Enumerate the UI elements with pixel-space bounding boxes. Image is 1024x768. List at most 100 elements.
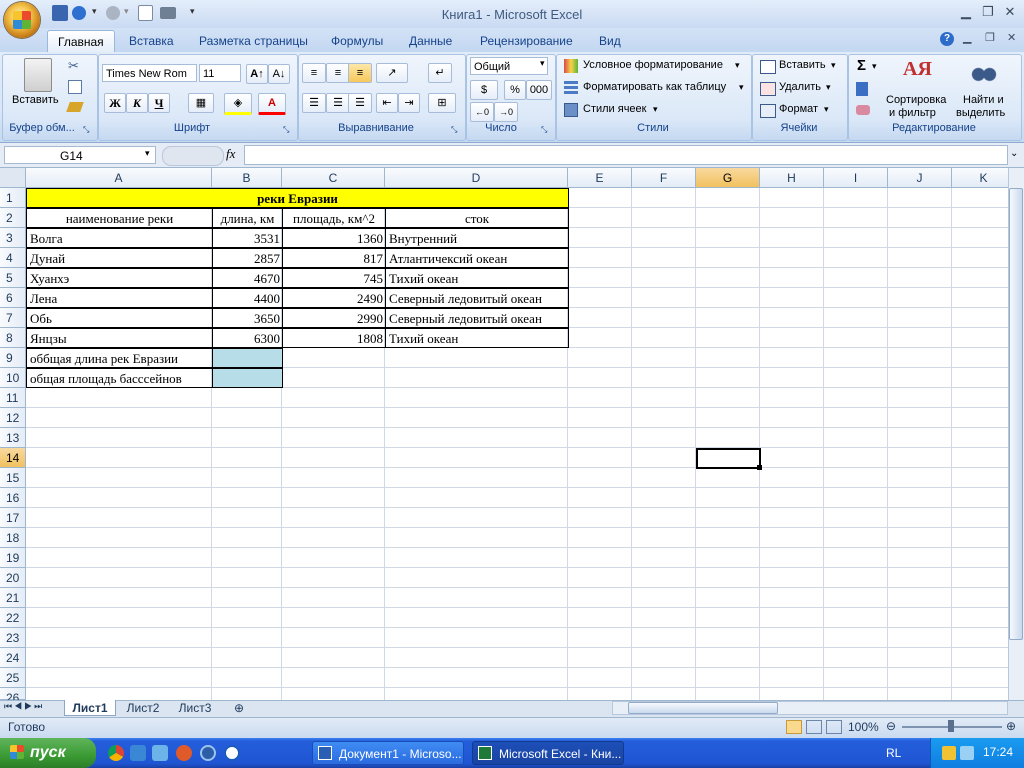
row-header-8[interactable]: 8	[0, 328, 26, 348]
river-area-cell[interactable]: 1360	[282, 228, 386, 248]
cell-styles-dropdown-icon[interactable]: ▾	[653, 104, 658, 115]
row-header-7[interactable]: 7	[0, 308, 26, 328]
row-header-19[interactable]: 19	[0, 548, 26, 568]
river-drainage-cell[interactable]: Тихий океан	[385, 328, 569, 348]
delete-cells-button[interactable]: Удалить	[779, 81, 821, 93]
borders-icon[interactable]: ▦	[188, 93, 214, 113]
align-middle-icon[interactable]: ≡	[326, 63, 350, 83]
player-icon[interactable]	[224, 745, 240, 761]
header-length[interactable]: длина, км	[212, 208, 283, 228]
format-table-icon[interactable]	[564, 81, 578, 95]
select-all-corner[interactable]	[0, 168, 26, 188]
fill-handle[interactable]	[757, 465, 762, 470]
number-format-box[interactable]: Общий	[470, 57, 548, 75]
fill-color-icon[interactable]: ◈	[224, 93, 252, 115]
sheet-tab-1[interactable]: Лист1	[64, 700, 116, 716]
river-area-cell[interactable]: 2490	[282, 288, 386, 308]
horizontal-scroll-thumb[interactable]	[628, 702, 778, 714]
tab-insert[interactable]: Вставка	[119, 30, 184, 52]
header-drainage[interactable]: сток	[385, 208, 569, 228]
insert-cells-button[interactable]: Вставить	[779, 59, 826, 71]
close-icon[interactable]: ✕	[999, 4, 1021, 20]
name-box[interactable]: G14	[4, 146, 156, 164]
tab-home[interactable]: Главная	[47, 30, 115, 53]
active-cell-g14[interactable]	[696, 448, 761, 469]
grow-font-icon[interactable]: A↑	[246, 64, 268, 84]
row-header-20[interactable]: 20	[0, 568, 26, 588]
taskbar-item-word[interactable]: Документ1 - Microso...	[312, 741, 464, 765]
start-button[interactable]: пуск	[0, 738, 96, 768]
summary-value-area[interactable]	[212, 368, 283, 388]
zoom-slider-thumb[interactable]	[948, 720, 954, 732]
conditional-format-button[interactable]: Условное форматирование	[583, 59, 723, 71]
river-length-cell[interactable]: 3650	[212, 308, 283, 328]
river-name-cell[interactable]: Янцзы	[26, 328, 213, 348]
river-length-cell[interactable]: 3531	[212, 228, 283, 248]
decrease-decimal-icon[interactable]: →0	[494, 102, 518, 122]
format-dropdown-icon[interactable]: ▾	[824, 104, 829, 115]
vertical-scroll-thumb[interactable]	[1009, 188, 1023, 640]
delete-dropdown-icon[interactable]: ▾	[826, 82, 831, 93]
cell-styles-icon[interactable]	[564, 103, 578, 117]
river-length-cell[interactable]: 4670	[212, 268, 283, 288]
orientation-icon[interactable]: ↗	[376, 63, 408, 83]
row-header-15[interactable]: 15	[0, 468, 26, 488]
align-right-icon[interactable]: ☰	[348, 93, 372, 113]
river-drainage-cell[interactable]: Северный ледовитый океан	[385, 288, 569, 308]
row-header-14[interactable]: 14	[0, 448, 26, 468]
river-length-cell[interactable]: 6300	[212, 328, 283, 348]
river-drainage-cell[interactable]: Тихий океан	[385, 268, 569, 288]
insert-cells-icon[interactable]	[760, 60, 776, 74]
column-header-i[interactable]: I	[824, 168, 888, 188]
column-header-d[interactable]: D	[385, 168, 568, 188]
conditional-format-icon[interactable]	[564, 59, 578, 73]
font-color-icon[interactable]: A	[258, 93, 286, 115]
autosum-button[interactable]: Σ	[857, 57, 866, 74]
river-area-cell[interactable]: 817	[282, 248, 386, 268]
ribbon-close-icon[interactable]: ✕	[1007, 31, 1016, 44]
font-launcher-icon[interactable]: ⤡	[283, 125, 289, 135]
column-header-j[interactable]: J	[888, 168, 952, 188]
autosum-dropdown-icon[interactable]: ▾	[872, 61, 877, 72]
river-area-cell[interactable]: 1808	[282, 328, 386, 348]
river-area-cell[interactable]: 2990	[282, 308, 386, 328]
cell-styles-button[interactable]: Стили ячеек	[583, 103, 646, 115]
page-layout-view-icon[interactable]	[806, 720, 822, 734]
river-name-cell[interactable]: Дунай	[26, 248, 213, 268]
paste-icon[interactable]	[24, 58, 52, 92]
increase-decimal-icon[interactable]: ←0	[470, 102, 494, 122]
row-header-21[interactable]: 21	[0, 588, 26, 608]
italic-button[interactable]: К	[126, 93, 148, 113]
page-break-view-icon[interactable]	[826, 720, 842, 734]
row-header-25[interactable]: 25	[0, 668, 26, 688]
row-header-5[interactable]: 5	[0, 268, 26, 288]
expand-formula-bar-icon[interactable]: ⌄	[1010, 148, 1018, 159]
river-length-cell[interactable]: 4400	[212, 288, 283, 308]
column-header-h[interactable]: H	[760, 168, 824, 188]
restore-icon[interactable]: ❐	[977, 4, 999, 20]
column-header-b[interactable]: B	[212, 168, 282, 188]
alignment-launcher-icon[interactable]: ⤡	[451, 125, 457, 135]
find-select-icon[interactable]	[970, 60, 998, 84]
insert-sheet-icon[interactable]: ⊕	[226, 700, 252, 716]
river-name-cell[interactable]: Волга	[26, 228, 213, 248]
row-header-4[interactable]: 4	[0, 248, 26, 268]
tray-network-icon[interactable]	[942, 746, 956, 760]
tab-page-layout[interactable]: Разметка страницы	[189, 30, 318, 52]
decrease-indent-icon[interactable]: ⇤	[376, 93, 398, 113]
office-button[interactable]	[4, 2, 40, 38]
column-header-g[interactable]: G	[696, 168, 760, 188]
underline-button[interactable]: Ч	[148, 93, 170, 113]
river-drainage-cell[interactable]: Северный ледовитый океан	[385, 308, 569, 328]
row-header-26[interactable]: 26	[0, 688, 26, 705]
insert-dropdown-icon[interactable]: ▾	[831, 60, 836, 71]
river-name-cell[interactable]: Хуанхэ	[26, 268, 213, 288]
river-drainage-cell[interactable]: Внутренний	[385, 228, 569, 248]
row-header-17[interactable]: 17	[0, 508, 26, 528]
row-header-11[interactable]: 11	[0, 388, 26, 408]
find-select-label-1[interactable]: Найти и	[963, 94, 1004, 106]
media-icon[interactable]	[152, 745, 168, 761]
copy-icon[interactable]	[68, 80, 82, 94]
header-area[interactable]: площадь, км^2	[282, 208, 386, 228]
sheet-tab-2[interactable]: Лист2	[118, 700, 168, 716]
